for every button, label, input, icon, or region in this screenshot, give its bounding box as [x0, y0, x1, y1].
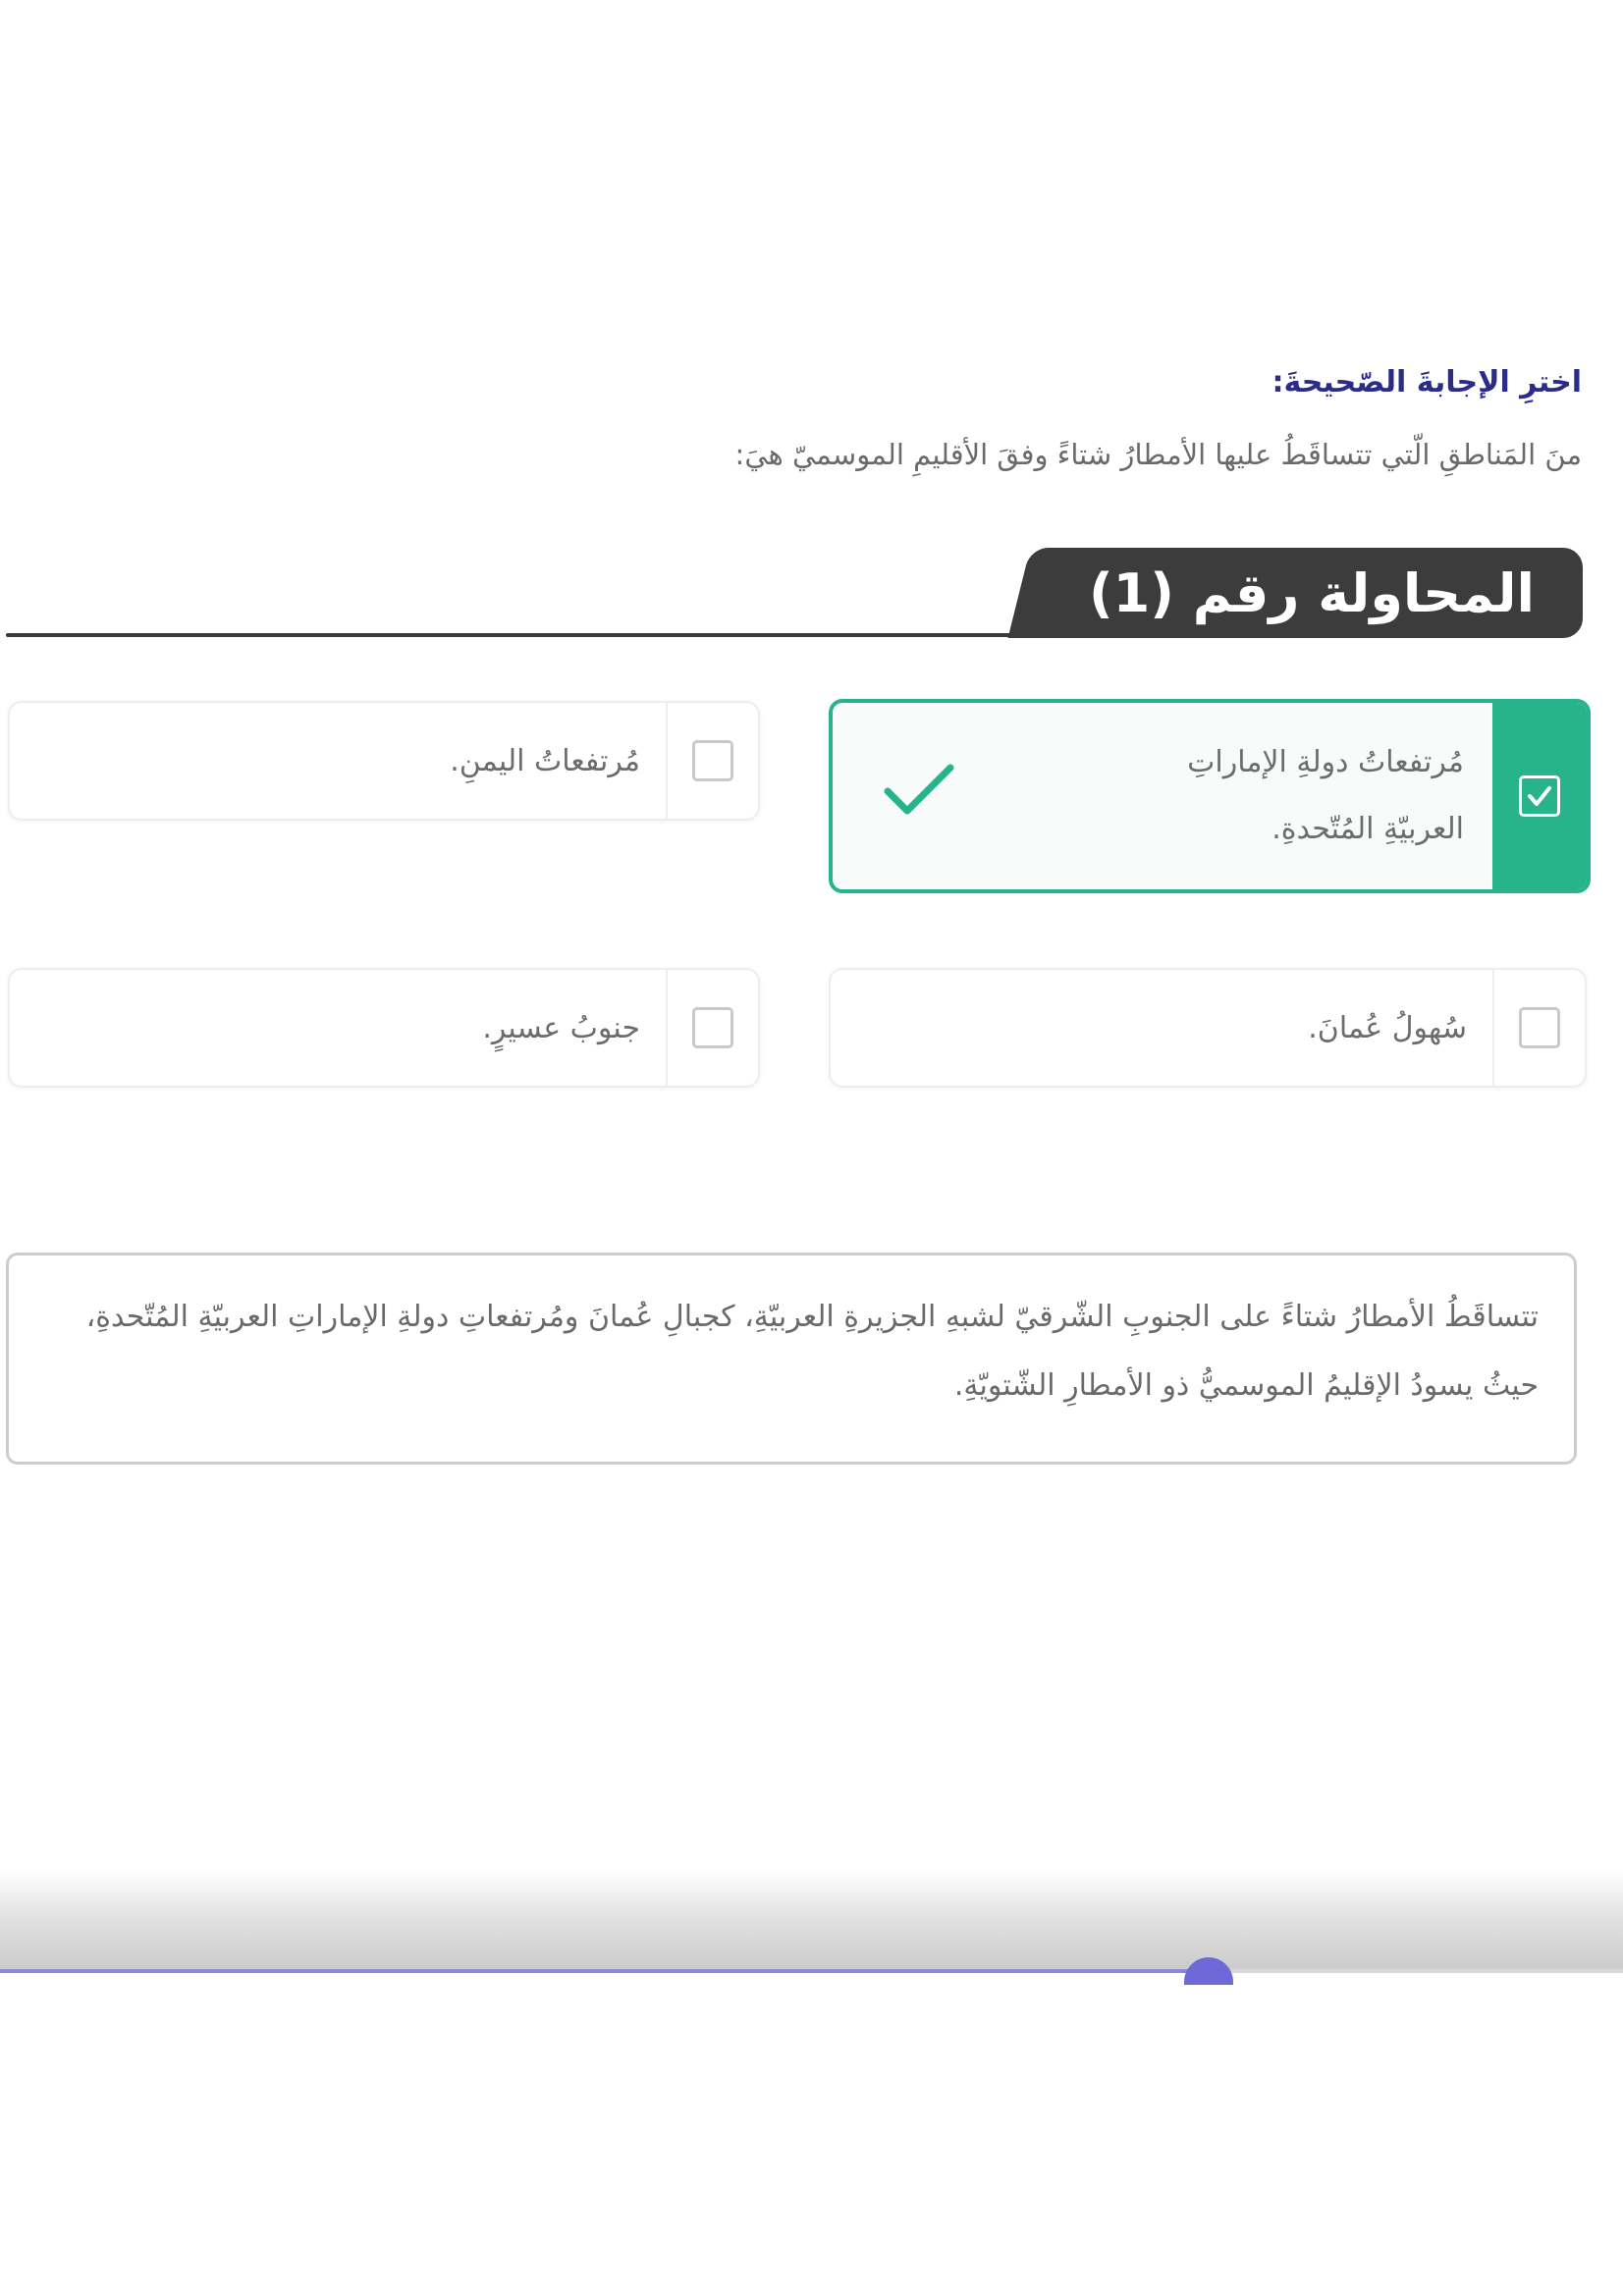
option-1-label: مُرتفعاتُ دولةِ الإماراتِ العربيّةِ المُ…: [1187, 745, 1464, 846]
option-3-label: سُهولُ عُمانَ.: [1308, 1010, 1467, 1045]
lesson-page: اخترِ الإجابةَ الصّحيحةَ: منَ المَناطقِ …: [0, 0, 1623, 2296]
attempt-tab: المحاولة رقم (1): [1041, 548, 1583, 638]
option-3-checkbox[interactable]: [1519, 1007, 1560, 1048]
option-4-label: جنوبُ عسيرٍ.: [482, 1010, 640, 1045]
option-3[interactable]: سُهولُ عُمانَ.: [829, 968, 1587, 1088]
option-2[interactable]: مُرتفعاتُ اليمنِ.: [8, 701, 760, 821]
video-progress-fill: [0, 1969, 1210, 1973]
option-2-checkbox-cell[interactable]: [666, 703, 758, 819]
checkbox-checked-icon: [1528, 786, 1551, 806]
option-4-checkbox[interactable]: [692, 1007, 733, 1048]
option-1[interactable]: مُرتفعاتُ دولةِ الإماراتِ العربيّةِ المُ…: [829, 699, 1591, 893]
player-controls-shade: [0, 1870, 1623, 1973]
video-progress-bar[interactable]: [0, 1957, 1623, 1985]
option-4[interactable]: جنوبُ عسيرٍ.: [8, 968, 760, 1088]
option-4-checkbox-cell[interactable]: [666, 970, 758, 1086]
option-2-checkbox[interactable]: [692, 740, 733, 781]
explanation-box: تتساقَطُ الأمطارُ شتاءً على الجنوبِ الشّ…: [6, 1253, 1577, 1465]
attempt-divider: [6, 633, 1037, 637]
correct-answer-icon: [882, 762, 956, 825]
option-3-checkbox-cell[interactable]: [1492, 970, 1585, 1086]
attempt-title: المحاولة رقم (1): [1088, 561, 1536, 624]
question-text: منَ المَناطقِ الّتي تتساقَطُ عليها الأمط…: [734, 438, 1582, 471]
option-2-label: مُرتفعاتُ اليمنِ.: [450, 743, 640, 778]
option-1-checkbox[interactable]: [1519, 775, 1560, 817]
instruction-text: اخترِ الإجابةَ الصّحيحةَ:: [1271, 365, 1582, 400]
explanation-text: تتساقَطُ الأمطارُ شتاءً على الجنوبِ الشّ…: [85, 1300, 1539, 1403]
option-1-checkbox-cell[interactable]: [1492, 703, 1587, 889]
